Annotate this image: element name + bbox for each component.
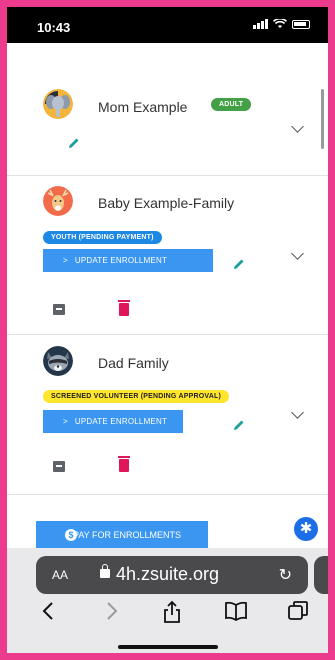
back-icon[interactable] xyxy=(41,600,55,622)
update-enrollment-label: UPDATE ENROLLMENT xyxy=(74,417,168,426)
home-indicator xyxy=(118,645,218,649)
member-name: Mom Example xyxy=(98,99,188,115)
divider xyxy=(7,494,328,495)
forward-icon[interactable] xyxy=(105,600,119,622)
status-bar: 10:43 xyxy=(7,7,328,43)
archive-icon[interactable] xyxy=(53,461,65,472)
member-list: Mom Example ADULT Baby Example-Family YO… xyxy=(7,43,328,548)
update-enrollment-button[interactable]: > UPDATE ENROLLMENT xyxy=(43,249,213,272)
pay-for-enrollments-button[interactable]: $ PAY FOR ENROLLMENTS xyxy=(36,521,208,549)
dollar-icon: $ xyxy=(65,529,77,541)
youth-badge: YOUTH (PENDING PAYMENT) xyxy=(43,231,162,244)
scrollbar[interactable] xyxy=(321,89,324,149)
url-text[interactable]: 4h.zsuite.org xyxy=(116,564,219,585)
edit-icon[interactable] xyxy=(232,257,246,271)
delete-icon[interactable] xyxy=(118,300,130,316)
lock-icon xyxy=(100,564,110,578)
next-tab-peek[interactable] xyxy=(314,556,328,594)
accessibility-icon[interactable]: ✱ xyxy=(294,517,318,541)
pay-button-label: PAY FOR ENROLLMENTS xyxy=(73,530,182,540)
adult-badge: ADULT xyxy=(211,98,252,111)
address-bar[interactable]: AA 4h.zsuite.org ↻ xyxy=(36,556,308,594)
update-enrollment-button[interactable]: > UPDATE ENROLLMENT xyxy=(43,410,183,433)
chevron-down-icon[interactable] xyxy=(291,120,304,133)
member-name: Baby Example-Family xyxy=(98,195,235,211)
member-name: Dad Family xyxy=(98,355,169,371)
deer-avatar-icon xyxy=(43,186,73,216)
status-icons xyxy=(253,19,310,29)
divider xyxy=(7,334,328,335)
battery-icon xyxy=(292,19,310,29)
reload-icon[interactable]: ↻ xyxy=(279,565,292,585)
chevron-right-icon: > xyxy=(63,417,68,426)
update-enrollment-label: UPDATE ENROLLMENT xyxy=(74,256,168,265)
chevron-right-icon: > xyxy=(63,256,68,265)
wifi-icon xyxy=(273,19,287,28)
archive-icon[interactable] xyxy=(53,304,65,315)
elephant-avatar-icon xyxy=(43,89,73,119)
edit-icon[interactable] xyxy=(232,418,246,432)
delete-icon[interactable] xyxy=(118,456,130,472)
tabs-icon[interactable] xyxy=(287,600,309,622)
text-size-button[interactable]: AA xyxy=(52,568,68,582)
raccoon-avatar-icon xyxy=(43,346,73,376)
share-icon[interactable] xyxy=(162,600,182,624)
chevron-down-icon[interactable] xyxy=(291,247,304,260)
chevron-down-icon[interactable] xyxy=(291,406,304,419)
bookmarks-icon[interactable] xyxy=(224,600,248,622)
status-time: 10:43 xyxy=(37,20,71,35)
volunteer-badge: SCREENED VOLUNTEER (PENDING APPROVAL) xyxy=(43,390,229,403)
edit-icon[interactable] xyxy=(67,136,81,150)
divider xyxy=(7,175,328,176)
signal-icon xyxy=(253,19,268,29)
